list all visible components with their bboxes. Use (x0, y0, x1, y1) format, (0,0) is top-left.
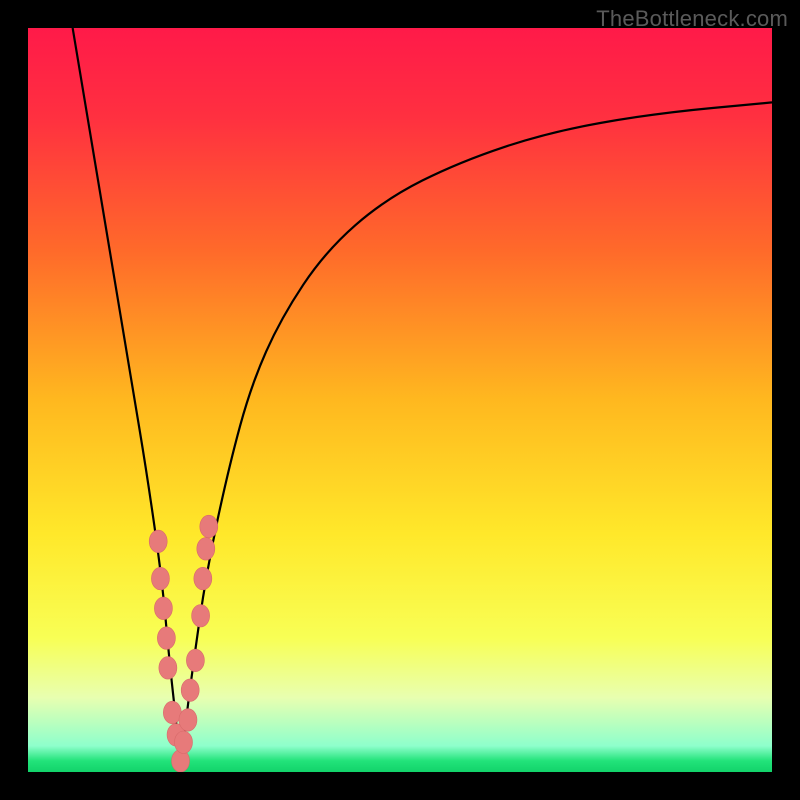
plot-area (28, 28, 772, 772)
data-marker (151, 567, 169, 590)
data-marker (181, 679, 199, 702)
data-marker (163, 701, 181, 724)
gradient-background (28, 28, 772, 772)
data-marker (149, 530, 167, 553)
chart-frame: TheBottleneck.com (0, 0, 800, 800)
data-marker (194, 567, 212, 590)
data-marker (186, 649, 204, 672)
data-marker (197, 538, 215, 561)
data-marker (200, 515, 218, 538)
data-marker (159, 657, 177, 680)
data-marker (174, 731, 192, 754)
data-marker (154, 597, 172, 620)
attribution-text: TheBottleneck.com (596, 6, 788, 32)
data-marker (192, 605, 210, 628)
data-marker (179, 709, 197, 732)
data-marker (157, 627, 175, 650)
bottleneck-chart (28, 28, 772, 772)
